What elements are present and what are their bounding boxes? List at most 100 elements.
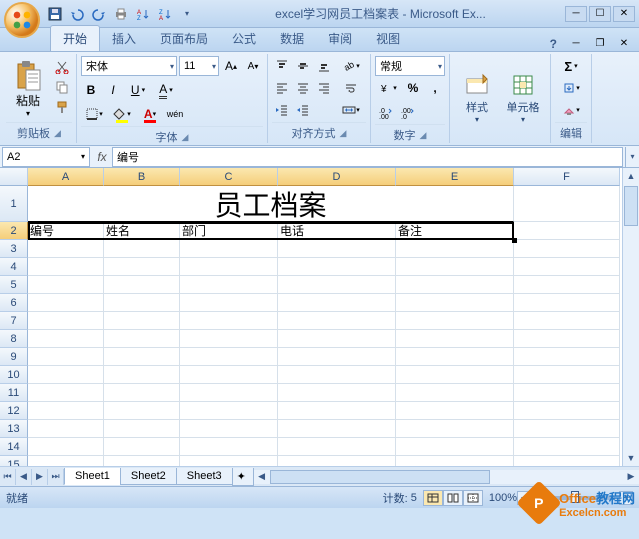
- cell[interactable]: [396, 384, 514, 402]
- increase-font-icon[interactable]: A▴: [221, 56, 241, 76]
- header-cell[interactable]: 编号: [28, 222, 104, 240]
- align-dialog-launcher[interactable]: ◢: [340, 128, 347, 139]
- cell[interactable]: [104, 258, 180, 276]
- cut-icon[interactable]: [52, 58, 72, 76]
- cell[interactable]: [28, 276, 104, 294]
- fx-icon[interactable]: fx: [92, 147, 112, 167]
- sheet-tab-2[interactable]: Sheet2: [120, 468, 177, 485]
- cell[interactable]: [104, 366, 180, 384]
- cell[interactable]: [28, 420, 104, 438]
- title-cell[interactable]: 员工档案: [28, 186, 514, 222]
- cell[interactable]: [514, 366, 620, 384]
- select-all[interactable]: [0, 168, 28, 186]
- increase-indent-icon[interactable]: [293, 100, 313, 120]
- fill-color-icon[interactable]: ▾: [109, 104, 135, 124]
- underline-icon[interactable]: U▾: [125, 80, 151, 100]
- zoom-slider[interactable]: [535, 496, 615, 500]
- row-header[interactable]: 9: [0, 348, 28, 366]
- cell[interactable]: [396, 348, 514, 366]
- cell[interactable]: [180, 330, 278, 348]
- cell[interactable]: [514, 240, 620, 258]
- fill-icon[interactable]: ▾: [555, 78, 587, 98]
- tab-review[interactable]: 审阅: [316, 26, 364, 51]
- row-header[interactable]: 4: [0, 258, 28, 276]
- sheet-nav-next[interactable]: ▶: [32, 469, 48, 485]
- save-icon[interactable]: [46, 5, 64, 23]
- paste-button[interactable]: 粘贴 ▾: [6, 56, 50, 122]
- cell[interactable]: [28, 240, 104, 258]
- zoom-out-button[interactable]: −: [517, 491, 531, 505]
- print-icon[interactable]: [112, 5, 130, 23]
- cell[interactable]: [278, 330, 396, 348]
- cell[interactable]: [104, 294, 180, 312]
- cells-button[interactable]: 单元格▾: [500, 56, 546, 141]
- cell[interactable]: [396, 258, 514, 276]
- increase-decimal-icon[interactable]: .0.00: [375, 102, 395, 122]
- italic-icon[interactable]: I: [103, 80, 123, 100]
- align-right-icon[interactable]: [314, 78, 334, 98]
- tab-data[interactable]: 数据: [268, 26, 316, 51]
- cell[interactable]: [278, 312, 396, 330]
- cell[interactable]: [396, 456, 514, 466]
- decrease-decimal-icon[interactable]: .00.0: [397, 102, 417, 122]
- cell[interactable]: [28, 438, 104, 456]
- cell[interactable]: [278, 456, 396, 466]
- cell[interactable]: [28, 348, 104, 366]
- tab-formulas[interactable]: 公式: [220, 26, 268, 51]
- cell[interactable]: [180, 258, 278, 276]
- cell[interactable]: [104, 420, 180, 438]
- cell[interactable]: [514, 330, 620, 348]
- row-header[interactable]: 8: [0, 330, 28, 348]
- worksheet-grid[interactable]: ABCDEF1员工档案2编号姓名部门电话备注345678910111213141…: [0, 168, 639, 466]
- workbook-restore[interactable]: ❐: [589, 35, 611, 51]
- maximize-button[interactable]: ☐: [589, 6, 611, 22]
- sheet-nav-prev[interactable]: ◀: [16, 469, 32, 485]
- formula-input[interactable]: 编号: [112, 147, 623, 167]
- cell[interactable]: [104, 330, 180, 348]
- cell[interactable]: [278, 240, 396, 258]
- cell[interactable]: [514, 294, 620, 312]
- row-header[interactable]: 12: [0, 402, 28, 420]
- sort-desc-icon[interactable]: ZA: [156, 5, 174, 23]
- clipboard-dialog-launcher[interactable]: ◢: [54, 128, 61, 139]
- cell[interactable]: [278, 420, 396, 438]
- cell[interactable]: [278, 348, 396, 366]
- cell[interactable]: [514, 258, 620, 276]
- cell[interactable]: [180, 312, 278, 330]
- zoom-in-button[interactable]: +: [619, 491, 633, 505]
- cell[interactable]: [278, 384, 396, 402]
- tab-insert[interactable]: 插入: [100, 26, 148, 51]
- align-left-icon[interactable]: [272, 78, 292, 98]
- cell[interactable]: [180, 438, 278, 456]
- close-button[interactable]: ✕: [613, 6, 635, 22]
- cell[interactable]: [180, 240, 278, 258]
- decrease-indent-icon[interactable]: [272, 100, 292, 120]
- redo-icon[interactable]: [90, 5, 108, 23]
- align-center-icon[interactable]: [293, 78, 313, 98]
- cell[interactable]: [396, 276, 514, 294]
- header-cell[interactable]: 姓名: [104, 222, 180, 240]
- cell[interactable]: [278, 276, 396, 294]
- cell[interactable]: [180, 402, 278, 420]
- cell[interactable]: [104, 240, 180, 258]
- clear-icon[interactable]: ▾: [555, 100, 587, 120]
- decrease-font-icon[interactable]: A▾: [243, 56, 263, 76]
- col-header[interactable]: F: [514, 168, 620, 186]
- cell[interactable]: [104, 402, 180, 420]
- cell[interactable]: [278, 402, 396, 420]
- cell[interactable]: [396, 402, 514, 420]
- align-top-icon[interactable]: [272, 56, 292, 76]
- row-header[interactable]: 3: [0, 240, 28, 258]
- orientation-icon[interactable]: ab▾: [336, 56, 366, 76]
- row-header[interactable]: 6: [0, 294, 28, 312]
- sort-asc-icon[interactable]: AZ: [134, 5, 152, 23]
- cell[interactable]: [514, 384, 620, 402]
- cell[interactable]: [104, 312, 180, 330]
- cell[interactable]: [180, 456, 278, 466]
- row-header[interactable]: 15: [0, 456, 28, 466]
- cell[interactable]: [396, 420, 514, 438]
- accounting-format-icon[interactable]: ¥▾: [375, 78, 401, 98]
- format-painter-icon[interactable]: [52, 98, 72, 116]
- bold-icon[interactable]: B: [81, 80, 101, 100]
- row-header[interactable]: 1: [0, 186, 28, 222]
